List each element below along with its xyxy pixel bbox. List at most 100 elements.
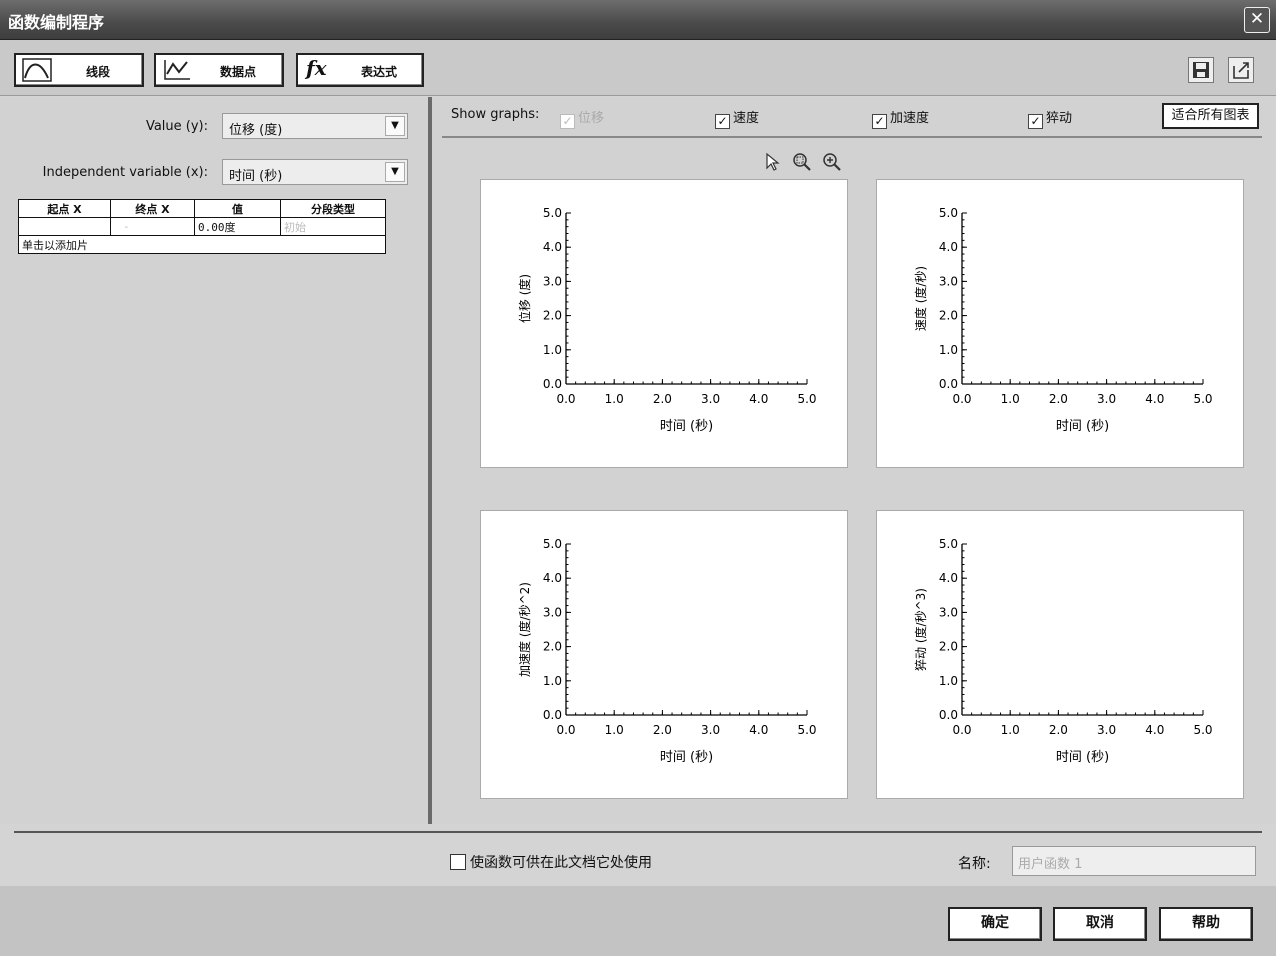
cancel-button[interactable]: 取消: [1053, 907, 1147, 941]
x-tick-label: 2.0: [653, 723, 672, 737]
x-tick-label: 1.0: [1001, 723, 1020, 737]
table-row[interactable]: - 0.00度 初始: [18, 217, 386, 236]
x-tick-label: 5.0: [1193, 723, 1212, 737]
independent-variable-select[interactable]: 时间 (秒) ▼: [222, 159, 408, 185]
y-tick-label: 0.0: [939, 708, 958, 722]
x-tick-label: 2.0: [1049, 392, 1068, 406]
zoom-icon[interactable]: [822, 152, 842, 172]
show-jerk-label: 猝动: [1046, 111, 1073, 126]
checkbox-unchecked-icon: [450, 854, 466, 870]
column-header-start-x: 起点 X: [18, 199, 111, 218]
data-points-button-label: 数据点: [219, 65, 256, 79]
jerk-chart[interactable]: 0.0 1.0 2.0 3.0 4.0 5.0 0.0 1.0 2.0 3.0 4.0 5.0 时间 (…: [876, 510, 1244, 799]
y-tick-label: 3.0: [543, 605, 562, 619]
bottom-divider: [14, 831, 1262, 833]
segment-curve-icon: [22, 58, 52, 82]
x-tick-label: 0.0: [952, 723, 971, 737]
name-field[interactable]: 用户函数 1: [1012, 846, 1256, 876]
x-tick-label: 3.0: [1097, 392, 1116, 406]
acceleration-chart[interactable]: 0.0 1.0 2.0 3.0 4.0 5.0 0.0 1.0 2.0 3.0 4.0 5.0 时间 (…: [480, 510, 848, 799]
show-acceleration-label: 加速度: [890, 111, 930, 126]
segment-table: 起点 X 终点 X 值 分段类型 - 0.00度 初始 单击以添加片: [18, 199, 386, 254]
export-icon[interactable]: [1228, 57, 1254, 83]
x-tick-label: 5.0: [1193, 392, 1212, 406]
help-button[interactable]: 帮助: [1159, 907, 1253, 941]
window-title: 函数编制程序: [8, 13, 105, 32]
y-tick-label: 4.0: [939, 571, 958, 585]
toolbar: 线段 数据点 fx 表达式: [0, 40, 1276, 96]
segment-button-label: 线段: [85, 65, 110, 79]
checkbox-check-icon: ✓: [560, 114, 575, 129]
data-points-button[interactable]: 数据点: [154, 53, 284, 87]
fit-all-graphs-button[interactable]: 适合所有图表: [1162, 103, 1259, 129]
y-tick-label: 5.0: [543, 537, 562, 551]
x-axis-label: 时间 (秒): [1056, 419, 1109, 434]
x-tick-label: 3.0: [1097, 723, 1116, 737]
independent-variable-label: Independent variable (x):: [42, 165, 208, 180]
column-header-segment-type: 分段类型: [280, 199, 386, 218]
value-select[interactable]: 位移 (度) ▼: [222, 113, 408, 139]
x-axis-label: 时间 (秒): [660, 750, 713, 765]
value-label: Value (y):: [145, 119, 208, 134]
data-points-icon: [164, 60, 190, 80]
x-tick-label: 2.0: [1049, 723, 1068, 737]
cell-value[interactable]: 0.00度: [194, 217, 281, 236]
reuse-function-checkbox[interactable]: 使函数可供在此文档它处使用: [450, 852, 652, 872]
x-tick-label: 5.0: [797, 392, 816, 406]
y-tick-label: 4.0: [939, 240, 958, 254]
acceleration-chart-svg: 0.0 1.0 2.0 3.0 4.0 5.0 0.0 1.0 2.0 3.0 4.0 5.0 时间 (…: [517, 537, 817, 765]
x-tick-label: 3.0: [701, 723, 720, 737]
x-tick-label: 4.0: [749, 723, 768, 737]
velocity-chart[interactable]: 0.0 1.0 2.0 3.0 4.0 5.0 0.0 1.0 2.0 3.0 4.0 5.0 时间 (…: [876, 179, 1244, 468]
zoom-box-icon[interactable]: [792, 152, 812, 172]
show-velocity-checkbox[interactable]: ✓ 速度: [715, 107, 759, 129]
y-tick-label: 4.0: [543, 571, 562, 585]
y-tick-label: 0.0: [939, 377, 958, 391]
y-tick-label: 2.0: [543, 640, 562, 654]
y-tick-label: 1.0: [939, 674, 958, 688]
chevron-down-icon[interactable]: ▼: [385, 162, 405, 182]
y-tick-label: 5.0: [939, 206, 958, 220]
y-tick-label: 2.0: [543, 309, 562, 323]
pointer-icon[interactable]: [762, 152, 782, 172]
y-axis-label: 猝动 (度/秒^3): [913, 588, 928, 671]
cell-segment-type[interactable]: 初始: [280, 217, 386, 236]
add-segment-hint[interactable]: 单击以添加片: [18, 235, 386, 254]
add-segment-row[interactable]: 单击以添加片: [18, 235, 386, 254]
segment-button[interactable]: 线段: [14, 53, 144, 87]
x-tick-label: 2.0: [653, 392, 672, 406]
x-tick-label: 1.0: [605, 723, 624, 737]
x-tick-label: 4.0: [1145, 392, 1164, 406]
displacement-chart[interactable]: 0.0 1.0 2.0 3.0 4.0 5.0 0.0 1.0 2.0 3.0 4.0 5.0 时间 (…: [480, 179, 848, 468]
name-label: 名称:: [958, 856, 991, 872]
x-tick-label: 4.0: [1145, 723, 1164, 737]
show-velocity-label: 速度: [733, 111, 760, 126]
x-axis-label: 时间 (秒): [1056, 750, 1109, 765]
y-tick-label: 0.0: [543, 377, 562, 391]
y-axis-label: 速度 (度/秒): [913, 266, 928, 331]
cell-start-x[interactable]: [18, 217, 111, 236]
x-tick-label: 0.0: [556, 392, 575, 406]
velocity-chart-svg: 0.0 1.0 2.0 3.0 4.0 5.0 0.0 1.0 2.0 3.0 4.0 5.0 时间 (…: [913, 206, 1213, 434]
expression-button[interactable]: fx 表达式: [296, 53, 424, 87]
show-jerk-checkbox[interactable]: ✓ 猝动: [1028, 107, 1072, 129]
y-tick-label: 4.0: [543, 240, 562, 254]
y-tick-label: 1.0: [543, 674, 562, 688]
cell-end-x[interactable]: -: [110, 217, 195, 236]
y-tick-label: 5.0: [939, 537, 958, 551]
save-icon[interactable]: [1188, 57, 1214, 83]
displacement-chart-svg: 0.0 1.0 2.0 3.0 4.0 5.0 0.0 1.0 2.0 3.0 4.0 5.0 时间 (…: [517, 206, 817, 434]
column-header-value: 值: [194, 199, 281, 218]
y-axis-label: 加速度 (度/秒^2): [517, 582, 532, 677]
y-axis-label: 位移 (度): [517, 274, 532, 323]
independent-variable-select-text: 时间 (秒): [229, 169, 283, 184]
chevron-down-icon[interactable]: ▼: [385, 116, 405, 136]
y-tick-label: 3.0: [939, 274, 958, 288]
y-tick-label: 2.0: [939, 640, 958, 654]
ok-button[interactable]: 确定: [948, 907, 1042, 941]
y-tick-label: 0.0: [543, 708, 562, 722]
show-acceleration-checkbox[interactable]: ✓ 加速度: [872, 107, 929, 129]
table-header-row: 起点 X 终点 X 值 分段类型: [18, 199, 386, 218]
close-icon[interactable]: ✕: [1244, 7, 1270, 33]
show-displacement-label: 位移: [578, 111, 605, 126]
